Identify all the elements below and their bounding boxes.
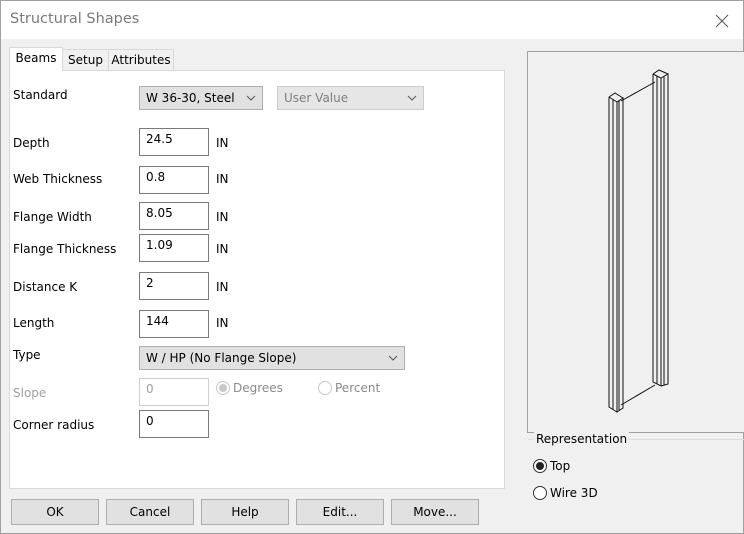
type-label: Type xyxy=(13,348,41,362)
flange-width-unit: IN xyxy=(216,210,229,224)
percent-radio[interactable]: Percent xyxy=(318,381,380,395)
tab-attributes[interactable]: Attributes xyxy=(108,49,174,70)
cancel-button[interactable]: Cancel xyxy=(106,499,194,525)
standard-label: Standard xyxy=(13,88,68,102)
distance-k-unit: IN xyxy=(216,280,229,294)
user-value-select[interactable]: User Value xyxy=(277,86,424,110)
depth-unit: IN xyxy=(216,136,229,150)
move-button[interactable]: Move... xyxy=(391,499,479,525)
flange-thickness-input[interactable]: 1.09 xyxy=(139,234,209,262)
edit-button[interactable]: Edit... xyxy=(296,499,384,525)
representation-group: Representation Top Wire 3D xyxy=(528,432,744,534)
tab-setup[interactable]: Setup xyxy=(62,49,109,70)
slope-label: Slope xyxy=(13,386,47,400)
type-select[interactable]: W / HP (No Flange Slope) xyxy=(139,346,405,370)
corner-radius-input[interactable]: 0 xyxy=(139,410,209,438)
web-thickness-input[interactable]: 0.8 xyxy=(139,166,209,194)
slope-input[interactable]: 0 xyxy=(139,378,209,406)
flange-thickness-label: Flange Thickness xyxy=(13,242,117,256)
type-select-value: W / HP (No Flange Slope) xyxy=(146,351,297,365)
depth-input[interactable]: 24.5 xyxy=(139,128,209,156)
representation-title: Representation xyxy=(534,432,630,446)
web-thickness-label: Web Thickness xyxy=(13,172,103,186)
window-title: Structural Shapes xyxy=(10,11,140,27)
wire3d-radio[interactable]: Wire 3D xyxy=(533,486,598,500)
chevron-down-icon xyxy=(246,87,256,116)
shape-preview xyxy=(527,51,744,433)
radio-selected-icon xyxy=(216,381,230,395)
help-button[interactable]: Help xyxy=(201,499,289,525)
chevron-down-icon xyxy=(407,87,417,116)
radio-unselected-icon xyxy=(318,381,332,395)
tab-attributes-label: Attributes xyxy=(111,53,171,67)
title-bar: Structural Shapes xyxy=(1,1,743,39)
web-thickness-unit: IN xyxy=(216,172,229,186)
length-input[interactable]: 144 xyxy=(139,310,209,338)
distance-k-label: Distance K xyxy=(13,280,78,294)
length-unit: IN xyxy=(216,316,229,330)
radio-unselected-icon xyxy=(533,486,547,500)
degrees-radio[interactable]: Degrees xyxy=(216,381,283,395)
top-radio[interactable]: Top xyxy=(533,459,570,473)
length-label: Length xyxy=(13,316,55,330)
distance-k-input[interactable]: 2 xyxy=(139,272,209,300)
degrees-radio-label: Degrees xyxy=(233,381,283,395)
tab-setup-label: Setup xyxy=(68,53,103,67)
beam-wireframe-icon xyxy=(608,69,669,413)
flange-width-label: Flange Width xyxy=(13,210,92,224)
top-radio-label: Top xyxy=(550,459,571,473)
tab-beams-label: Beams xyxy=(15,51,57,65)
tab-beams[interactable]: Beams xyxy=(9,47,63,71)
percent-radio-label: Percent xyxy=(335,381,381,395)
wire3d-radio-label: Wire 3D xyxy=(550,486,598,500)
chevron-down-icon xyxy=(388,347,398,376)
standard-select-value: W 36-30, Steel xyxy=(146,91,235,105)
depth-label: Depth xyxy=(13,136,50,150)
user-value-select-value: User Value xyxy=(284,91,349,105)
corner-radius-label: Corner radius xyxy=(13,418,95,432)
standard-select[interactable]: W 36-30, Steel xyxy=(139,86,263,110)
flange-thickness-unit: IN xyxy=(216,242,229,256)
structural-shapes-dialog: Structural Shapes Beams Setup Attributes… xyxy=(0,0,744,534)
flange-width-input[interactable]: 8.05 xyxy=(139,202,209,230)
ok-button[interactable]: OK xyxy=(11,499,99,525)
close-icon[interactable] xyxy=(711,10,733,32)
radio-selected-icon xyxy=(533,459,547,473)
